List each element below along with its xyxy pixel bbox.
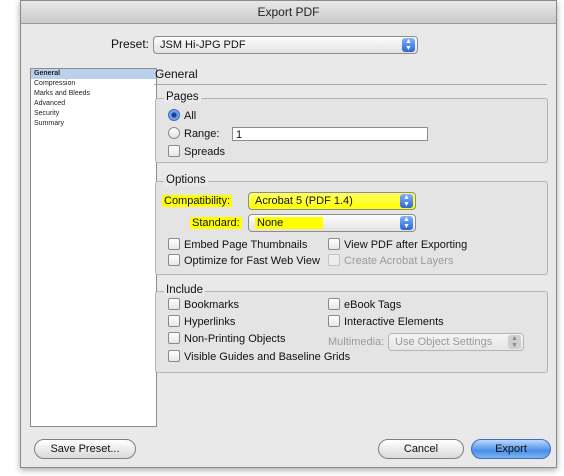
preset-popup[interactable]: JSM Hi-JPG PDF ▲ ▼ (153, 36, 418, 54)
pages-range-radio[interactable]: Range: (168, 127, 219, 141)
spreads-checkbox[interactable]: Spreads (168, 145, 225, 159)
embed-thumbnails-checkbox[interactable]: Embed Page Thumbnails (168, 238, 307, 252)
hyperlinks-checkbox[interactable]: Hyperlinks (168, 315, 235, 329)
multimedia-value: Use Object Settings (395, 336, 493, 348)
interactive-elements-checkbox[interactable]: Interactive Elements (328, 315, 444, 329)
preset-value: JSM Hi-JPG PDF (160, 39, 246, 51)
view-after-export-label: View PDF after Exporting (344, 239, 468, 251)
sidebar-item-general[interactable]: General (31, 69, 156, 79)
standard-popup[interactable]: None ▲ ▼ (248, 214, 416, 232)
popup-arrows-icon: ▲ ▼ (508, 335, 521, 349)
bookmarks-checkbox[interactable]: Bookmarks (168, 298, 239, 312)
radio-unselected-icon (168, 127, 180, 139)
checkbox-disabled-icon (328, 254, 340, 266)
checkbox-icon (168, 298, 180, 310)
checkbox-icon (168, 254, 180, 266)
multimedia-popup: Use Object Settings ▲ ▼ (388, 333, 524, 351)
include-group-title: Include (164, 284, 206, 296)
options-group-title: Options (164, 174, 208, 186)
multimedia-label: Multimedia: (328, 336, 385, 348)
preset-label: Preset: (111, 37, 150, 51)
standard-label: Standard: (190, 217, 242, 229)
popup-arrows-icon: ▲ ▼ (400, 216, 413, 230)
pages-all-radio[interactable]: All (168, 109, 196, 123)
compatibility-popup[interactable]: Acrobat 5 (PDF 1.4) ▲ ▼ (248, 192, 416, 210)
standard-label-row: Standard: (190, 216, 242, 230)
pages-group-title: Pages (164, 91, 201, 103)
compatibility-label: Compatibility: (162, 195, 233, 207)
visible-guides-checkbox[interactable]: Visible Guides and Baseline Grids (168, 350, 350, 364)
create-layers-checkbox: Create Acrobat Layers (328, 254, 453, 268)
sidebar-item-compression[interactable]: Compression (31, 79, 156, 89)
hyperlinks-label: Hyperlinks (184, 316, 236, 328)
export-pdf-dialog: Export PDF Preset: JSM Hi-JPG PDF ▲ ▼ Gen… (20, 0, 557, 468)
ebook-tags-checkbox[interactable]: eBook Tags (328, 298, 401, 312)
spreads-label: Spreads (184, 146, 225, 158)
section-title: General (155, 67, 198, 81)
export-button[interactable]: Export (471, 439, 551, 459)
radio-selected-icon (168, 109, 180, 121)
checkbox-icon (168, 350, 180, 362)
optimize-web-label: Optimize for Fast Web View (184, 255, 320, 267)
section-divider (154, 84, 547, 85)
optimize-web-checkbox[interactable]: Optimize for Fast Web View (168, 254, 320, 268)
sidebar-item-advanced[interactable]: Advanced (31, 99, 156, 109)
checkbox-icon (168, 145, 180, 157)
cancel-button[interactable]: Cancel (378, 439, 464, 459)
checkbox-icon (168, 315, 180, 327)
category-list[interactable]: General Compression Marks and Bleeds Adv… (30, 68, 157, 427)
create-layers-label: Create Acrobat Layers (344, 255, 454, 267)
dialog-title: Export PDF (21, 1, 556, 24)
pages-all-label: All (184, 110, 197, 122)
checkbox-icon (168, 332, 180, 344)
visible-guides-label: Visible Guides and Baseline Grids (184, 351, 351, 363)
checkbox-icon (328, 238, 340, 250)
sidebar-item-marks-and-bleeds[interactable]: Marks and Bleeds (31, 89, 156, 99)
bookmarks-label: Bookmarks (184, 299, 240, 311)
compatibility-value: Acrobat 5 (PDF 1.4) (255, 195, 353, 207)
non-printing-label: Non-Printing Objects (184, 333, 286, 345)
view-after-export-checkbox[interactable]: View PDF after Exporting (328, 238, 467, 252)
checkbox-icon (328, 315, 340, 327)
sidebar-item-security[interactable]: Security (31, 109, 156, 119)
checkbox-icon (168, 238, 180, 250)
range-field[interactable]: 1 (232, 127, 428, 141)
compatibility-label-row: Compatibility: (162, 194, 233, 208)
interactive-elements-label: Interactive Elements (344, 316, 444, 328)
standard-value: None (255, 217, 324, 229)
popup-arrows-icon: ▲ ▼ (400, 194, 413, 208)
popup-arrows-icon: ▲ ▼ (402, 38, 415, 52)
ebook-tags-label: eBook Tags (344, 299, 402, 311)
preset-row: Preset: JSM Hi-JPG PDF ▲ ▼ (21, 35, 556, 57)
non-printing-checkbox[interactable]: Non-Printing Objects (168, 332, 286, 346)
save-preset-button[interactable]: Save Preset... (34, 439, 136, 459)
sidebar-item-summary[interactable]: Summary (31, 119, 156, 129)
embed-thumbnails-label: Embed Page Thumbnails (184, 239, 308, 251)
checkbox-icon (328, 298, 340, 310)
pages-range-label: Range: (184, 128, 220, 140)
